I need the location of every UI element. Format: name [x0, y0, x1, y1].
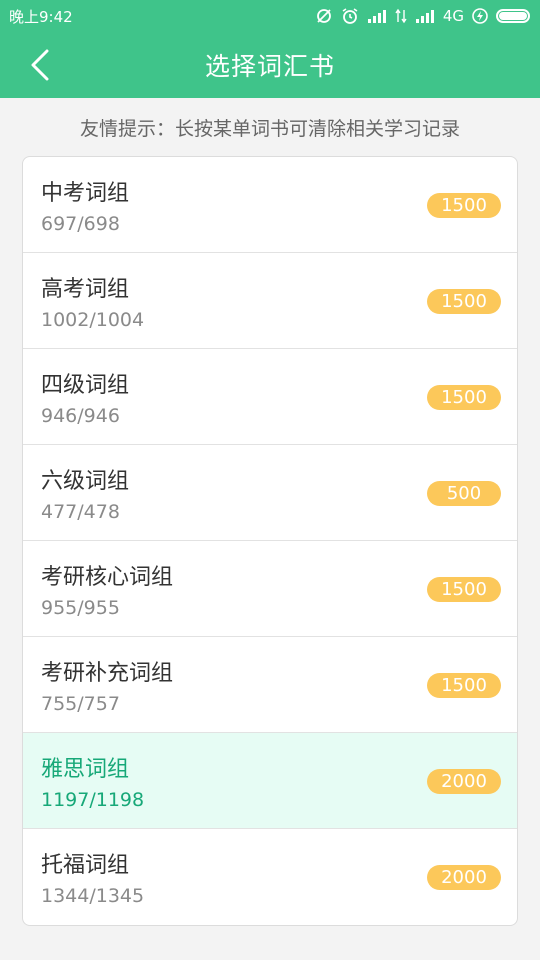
- back-button[interactable]: [22, 47, 58, 83]
- book-item[interactable]: 考研补充词组 755/757 1500: [23, 637, 517, 733]
- book-progress: 1344/1345: [41, 885, 145, 907]
- word-count-badge: 1500: [427, 577, 501, 602]
- book-name: 六级词组: [41, 469, 130, 494]
- word-count-badge: 2000: [427, 865, 501, 890]
- chevron-left-icon: [31, 49, 49, 81]
- status-bar: 晚上9:42 4G: [0, 0, 540, 32]
- book-progress: 1002/1004: [41, 309, 145, 331]
- book-progress: 946/946: [41, 405, 120, 427]
- book-name: 四级词组: [41, 373, 130, 398]
- book-item[interactable]: 雅思词组 1197/1198 2000: [23, 733, 517, 829]
- status-time: 晚上9:42: [9, 7, 73, 26]
- hint-text: 友情提示：长按某单词书可清除相关学习记录: [79, 117, 460, 140]
- word-count-badge: 1500: [427, 289, 501, 314]
- word-count-badge: 2000: [427, 769, 501, 794]
- book-item[interactable]: 四级词组 946/946 1500: [23, 349, 517, 445]
- word-count-badge: 1500: [427, 673, 501, 698]
- do-not-disturb-icon: [315, 7, 333, 25]
- data-transfer-icon: [395, 8, 407, 24]
- word-count-badge: 1500: [427, 193, 501, 218]
- page-title: 选择词汇书: [204, 52, 335, 81]
- alarm-icon: [341, 7, 359, 25]
- book-item[interactable]: 托福词组 1344/1345 2000: [23, 829, 517, 925]
- book-name: 考研补充词组: [41, 661, 174, 686]
- book-item[interactable]: 六级词组 477/478 500: [23, 445, 517, 541]
- book-item[interactable]: 考研核心词组 955/955 1500: [23, 541, 517, 637]
- app-bar: 选择词汇书: [0, 32, 540, 98]
- word-count-badge: 1500: [427, 385, 501, 410]
- book-item[interactable]: 高考词组 1002/1004 1500: [23, 253, 517, 349]
- book-name: 托福词组: [41, 853, 130, 878]
- book-progress: 477/478: [41, 501, 120, 523]
- status-icons: 4G: [315, 7, 530, 25]
- charging-icon: [472, 8, 488, 24]
- book-list: 中考词组 697/698 1500 高考词组 1002/1004 1500 四级…: [22, 156, 518, 926]
- word-count-badge: 500: [427, 481, 501, 506]
- book-item[interactable]: 中考词组 697/698 1500: [23, 157, 517, 253]
- book-name: 雅思词组: [41, 757, 130, 782]
- signal-icon-2: [415, 9, 435, 23]
- book-progress: 697/698: [41, 213, 120, 235]
- network-type: 4G: [442, 7, 464, 25]
- battery-icon: [496, 9, 530, 23]
- book-progress: 1197/1198: [41, 789, 145, 811]
- book-name: 考研核心词组: [41, 565, 174, 590]
- book-name: 高考词组: [41, 277, 130, 302]
- book-progress: 955/955: [41, 597, 120, 619]
- signal-icon: [367, 9, 387, 23]
- book-name: 中考词组: [41, 181, 130, 206]
- book-progress: 755/757: [41, 693, 120, 715]
